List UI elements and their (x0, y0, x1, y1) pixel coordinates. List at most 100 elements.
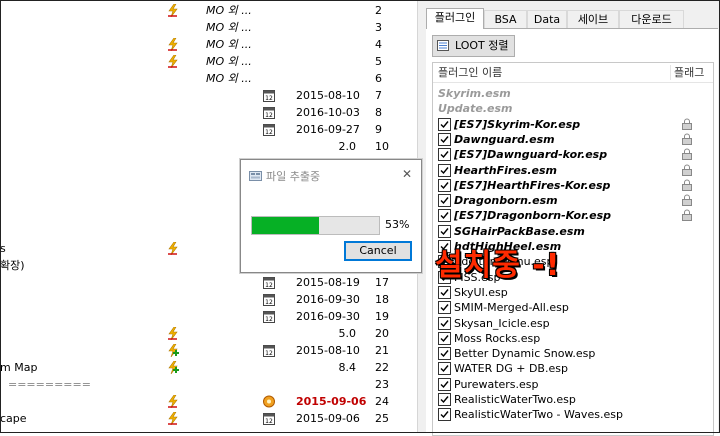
plugin-row[interactable]: [ES7]Skyrim-Kor.esp (433, 117, 713, 132)
lock-icon (682, 118, 692, 130)
mod-row[interactable]: 2015-09-06 24 (0, 394, 417, 409)
mod-name: cape (0, 412, 27, 425)
tab-1[interactable]: BSA (484, 10, 527, 28)
mod-priority: 9 (375, 123, 382, 136)
mod-row[interactable]: MO 외 ... 2 (0, 3, 417, 18)
plugin-row[interactable]: RealisticWaterTwo - Waves.esp (433, 407, 713, 422)
calendar-icon: 12 (263, 413, 275, 425)
svg-text:12: 12 (265, 282, 273, 289)
mod-row[interactable]: 12 2016-10-03 8 (0, 105, 417, 120)
svg-text:12: 12 (265, 316, 273, 323)
svg-text:12: 12 (265, 418, 273, 425)
mod-date: 2015-08-10 (296, 344, 360, 357)
plugin-row[interactable]: SkyUI.esp (433, 285, 713, 300)
plugin-checkbox[interactable] (438, 301, 451, 315)
plugin-row[interactable]: Moss Rocks.esp (433, 331, 713, 346)
close-icon[interactable]: ✕ (402, 167, 412, 181)
plugin-row[interactable]: [ES7]Dawnguard-kor.esp (433, 147, 713, 162)
tab-4[interactable]: 다운로드 (619, 10, 684, 28)
mod-priority: 19 (375, 310, 389, 323)
plugin-checkbox[interactable] (438, 148, 451, 162)
plugin-checkbox[interactable] (438, 285, 451, 299)
plugin-row[interactable]: Update.esm (433, 101, 713, 116)
mod-row[interactable]: m Map 8.4 22 (0, 360, 417, 375)
mod-row[interactable]: MO 외 ... 3 (0, 20, 417, 35)
plugin-checkbox[interactable] (438, 117, 451, 131)
plugin-row[interactable]: SGHairPackBase.esm (433, 224, 713, 239)
mod-row[interactable]: 12 2015-08-10 21 (0, 343, 417, 358)
mod-priority: 3 (375, 21, 382, 34)
loot-sort-button[interactable]: LOOT 정렬 (432, 35, 515, 57)
mod-priority: 8 (375, 106, 382, 119)
plugin-checkbox[interactable] (438, 393, 451, 406)
mod-priority: 7 (375, 89, 382, 102)
mod-row[interactable]: ========= 23 (0, 377, 417, 392)
plugin-name: [ES7]HearthFires-Kor.esp (454, 178, 611, 192)
calendar-icon: 12 (263, 90, 275, 102)
tab-2[interactable]: Data (527, 10, 567, 28)
mod-row[interactable]: cape 12 2015-09-06 25 (0, 411, 417, 426)
plugin-checkbox[interactable] (438, 132, 451, 146)
mod-date: 2016-10-03 (296, 106, 360, 119)
plugin-name: RealisticWaterTwo.esp (454, 393, 576, 406)
plugin-checkbox[interactable] (438, 316, 451, 330)
mod-row[interactable]: MO 외 ... 6 (0, 71, 417, 86)
plugin-checkbox[interactable] (438, 331, 451, 345)
plugin-row[interactable]: Dragonborn.esm (433, 193, 713, 208)
tab-0[interactable]: 플러그인 (426, 8, 484, 29)
plugin-checkbox[interactable] (438, 178, 451, 192)
mod-priority: 24 (375, 395, 389, 408)
plugin-row[interactable]: Skysan_Icicle.esp (433, 316, 713, 331)
plugin-row[interactable]: HearthFires.esm (433, 163, 713, 178)
lightning-icon (168, 38, 178, 51)
right-pane: 플러그인 BSA Data 세이브 다운로드 LOOT 정렬 플러그인 이름 플래그 S… (424, 0, 720, 436)
cancel-button[interactable]: Cancel (344, 241, 412, 261)
mod-row[interactable]: 2.0 10 (0, 139, 417, 154)
mod-date: 2015-09-06 (296, 395, 367, 408)
mod-priority: 10 (375, 140, 389, 153)
plugin-row[interactable]: [ES7]Dragonborn-Kor.esp (433, 208, 713, 223)
plugin-row[interactable]: SMIM-Merged-All.esp (433, 300, 713, 315)
plugin-row[interactable]: [ES7]HearthFires-Kor.esp (433, 178, 713, 193)
plugin-row[interactable]: Better Dynamic Snow.esp (433, 346, 713, 361)
lock-icon (682, 133, 692, 145)
mod-row[interactable]: 5.0 20 (0, 326, 417, 341)
mod-priority: 17 (375, 276, 389, 289)
plugin-checkbox[interactable] (438, 347, 451, 361)
plugin-checkbox[interactable] (438, 362, 451, 376)
calendar-icon: 12 (263, 345, 275, 357)
plugin-checkbox[interactable] (438, 163, 451, 177)
mod-row[interactable]: 12 2016-09-30 18 (0, 292, 417, 307)
lock-icon (682, 148, 692, 161)
plugin-row[interactable]: RealisticWaterTwo.esp (433, 392, 713, 407)
mod-date: 2015-09-06 (296, 412, 360, 425)
tab-3[interactable]: 세이브 (567, 10, 619, 28)
plugin-row[interactable]: Skyrim.esm (433, 86, 713, 101)
lightning-icon (168, 4, 178, 17)
mod-row[interactable]: 12 2016-09-30 19 (0, 309, 417, 324)
plugin-row[interactable]: Dawnguard.esm (433, 132, 713, 147)
mod-row[interactable]: MO 외 ... 5 (0, 54, 417, 69)
mod-priority: 22 (375, 361, 389, 374)
plugins-tab-panel: LOOT 정렬 플러그인 이름 플래그 Skyrim.esm Update.esm… (426, 28, 718, 436)
mod-row[interactable]: 12 2016-09-27 9 (0, 122, 417, 137)
plugin-name: Moss Rocks.esp (454, 331, 541, 345)
mod-row[interactable]: MO 외 ... 4 (0, 37, 417, 52)
header-flags[interactable]: 플래그 (674, 63, 704, 82)
plugin-checkbox[interactable] (438, 194, 451, 208)
plugin-checkbox[interactable] (438, 408, 451, 422)
plugin-checkbox[interactable] (438, 377, 451, 391)
calendar-icon: 12 (263, 277, 275, 289)
mod-row[interactable]: 12 2015-08-10 7 (0, 88, 417, 103)
plugin-checkbox[interactable] (438, 224, 451, 238)
plugin-name: SGHairPackBase.esm (454, 224, 585, 238)
header-plugin-name[interactable]: 플러그인 이름 (438, 63, 502, 82)
lightning-plus-icon (168, 361, 179, 374)
mod-row[interactable]: 12 2015-08-19 17 (0, 275, 417, 290)
plugin-row[interactable]: WATER DG + DB.esp (433, 361, 713, 376)
plugin-name: [ES7]Skyrim-Kor.esp (454, 117, 581, 131)
plugin-list-header: 플러그인 이름 플래그 (433, 63, 713, 83)
plugin-checkbox[interactable] (438, 209, 451, 223)
header-divider (670, 65, 671, 80)
plugin-row[interactable]: Purewaters.esp (433, 377, 713, 392)
